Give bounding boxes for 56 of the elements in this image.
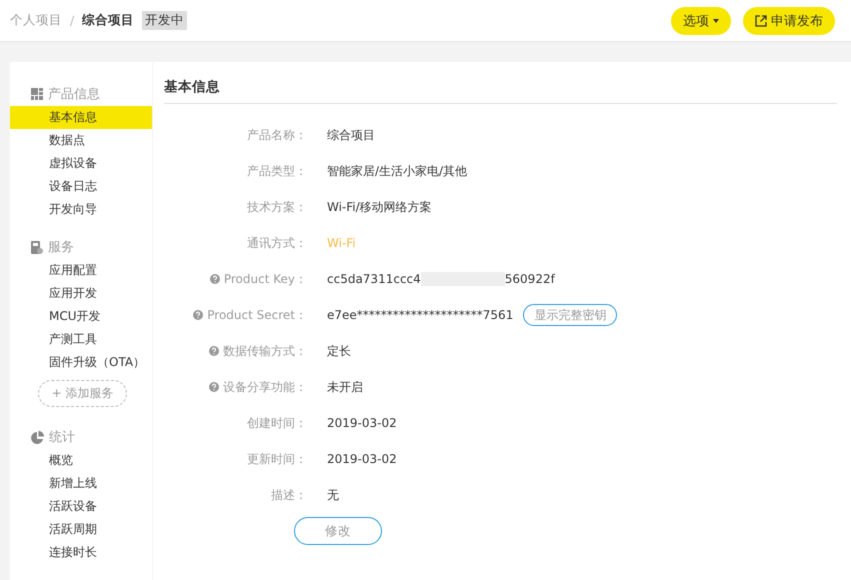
field-value: 无 bbox=[327, 486, 339, 504]
help-icon bbox=[209, 382, 219, 392]
caret-icon bbox=[713, 18, 719, 22]
help-icon bbox=[210, 274, 220, 284]
field-label: 技术方案： bbox=[247, 198, 307, 216]
field-value: cc5da7311ccc4 bbox=[327, 272, 421, 286]
field-label: 设备分享功能： bbox=[223, 378, 307, 396]
sidebar-item[interactable]: 应用配置 bbox=[10, 259, 152, 282]
panel-title: 基本信息 bbox=[164, 78, 837, 104]
field-value: e7ee*********************7561 bbox=[327, 308, 514, 322]
section-title: 统计 bbox=[49, 429, 75, 446]
field-value: Wi-Fi bbox=[327, 236, 356, 250]
sidebar-item[interactable]: 设备日志 bbox=[10, 175, 152, 198]
external-link-icon bbox=[755, 14, 767, 26]
field-label: 产品名称： bbox=[247, 126, 307, 144]
field-label: 产品类型： bbox=[247, 162, 307, 180]
grid-icon bbox=[31, 88, 43, 100]
sidebar-item[interactable]: 产测工具 bbox=[10, 328, 152, 351]
field-label: 通讯方式： bbox=[247, 234, 307, 252]
field-value: 定长 bbox=[327, 342, 351, 360]
pie-chart-icon bbox=[31, 430, 44, 444]
sidebar-item[interactable]: 活跃周期 bbox=[10, 518, 152, 541]
sidebar-item[interactable]: 虚拟设备 bbox=[10, 152, 152, 175]
field-value: 2019-03-02 bbox=[327, 416, 397, 430]
field-value: 未开启 bbox=[327, 378, 363, 396]
sidebar-item[interactable]: MCU开发 bbox=[10, 305, 152, 328]
sidebar-item[interactable]: 概览 bbox=[10, 449, 152, 472]
breadcrumb-separator: / bbox=[70, 13, 74, 28]
field-value: 2019-03-02 bbox=[327, 452, 397, 466]
sidebar-item[interactable]: 连接时长 bbox=[10, 541, 152, 564]
sidebar-item[interactable]: 数据点 bbox=[10, 129, 152, 152]
field-label: 描述： bbox=[271, 486, 307, 504]
device-icon bbox=[31, 240, 43, 254]
field-value: 综合项目 bbox=[327, 126, 375, 144]
sidebar-item[interactable]: 固件升级（OTA） bbox=[10, 351, 152, 374]
field-value: 560922f bbox=[504, 272, 555, 286]
field-label: Product Key： bbox=[224, 270, 307, 288]
help-icon bbox=[209, 346, 219, 356]
project-name: 综合项目 bbox=[82, 12, 134, 29]
field-value: 智能家居/生活小家电/其他 bbox=[327, 162, 468, 180]
sidebar-item[interactable]: 开发向导 bbox=[10, 198, 152, 221]
sidebar-item[interactable]: 活跃设备 bbox=[10, 495, 152, 518]
publish-button[interactable]: 申请发布 bbox=[743, 6, 835, 34]
help-icon bbox=[193, 310, 204, 320]
sidebar-item[interactable]: 基本信息 bbox=[10, 106, 152, 129]
field-label: Product Secret： bbox=[207, 306, 307, 324]
options-button[interactable]: 选项 bbox=[671, 6, 731, 34]
field-label: 更新时间： bbox=[247, 450, 307, 468]
field-label: 创建时间： bbox=[247, 414, 307, 432]
sidebar-item[interactable]: 新增上线 bbox=[10, 472, 152, 495]
sidebar-item[interactable]: 应用开发 bbox=[10, 282, 152, 305]
field-value: Wi-Fi/移动网络方案 bbox=[327, 198, 432, 216]
status-tag: 开发中 bbox=[142, 11, 188, 30]
field-label: 数据传输方式： bbox=[223, 342, 307, 360]
section-title: 产品信息 bbox=[48, 86, 100, 103]
section-title: 服务 bbox=[48, 239, 74, 256]
